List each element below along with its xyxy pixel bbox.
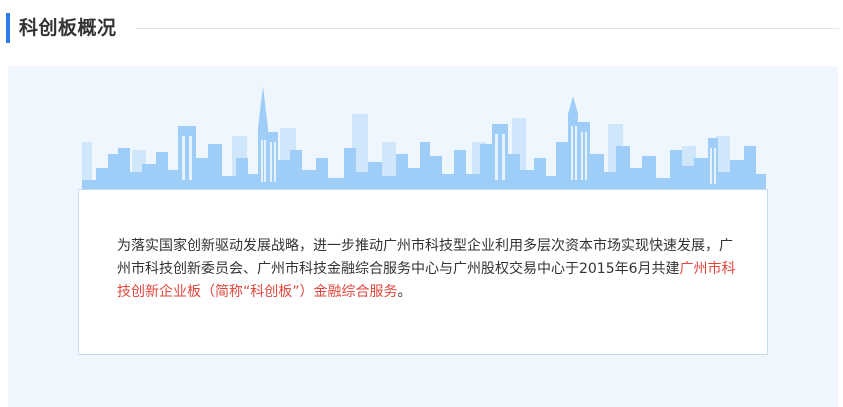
page: 科创板概况 为落实国家创新驱动发展战略，进一步推动广州市科技型企业利用多层次资本… — [0, 0, 843, 407]
intro-card: 为落实国家创新驱动发展战略，进一步推动广州市科技型企业利用多层次资本市场实现快速… — [78, 189, 768, 355]
section-header: 科创板概况 — [0, 10, 843, 46]
intro-text: 为落实国家创新驱动发展战略，进一步推动广州市科技型企业利用多层次资本市场实现快速… — [117, 238, 733, 277]
title-accent-bar — [6, 13, 10, 43]
city-skyline-illustration — [82, 86, 766, 194]
section-title: 科创板概况 — [19, 17, 117, 39]
intro-paragraph: 为落实国家创新驱动发展战略，进一步推动广州市科技型企业利用多层次资本市场实现快速… — [117, 235, 739, 304]
header-divider — [136, 28, 839, 29]
overview-panel: 为落实国家创新驱动发展战略，进一步推动广州市科技型企业利用多层次资本市场实现快速… — [8, 66, 838, 407]
intro-text-end: 。 — [397, 284, 412, 300]
